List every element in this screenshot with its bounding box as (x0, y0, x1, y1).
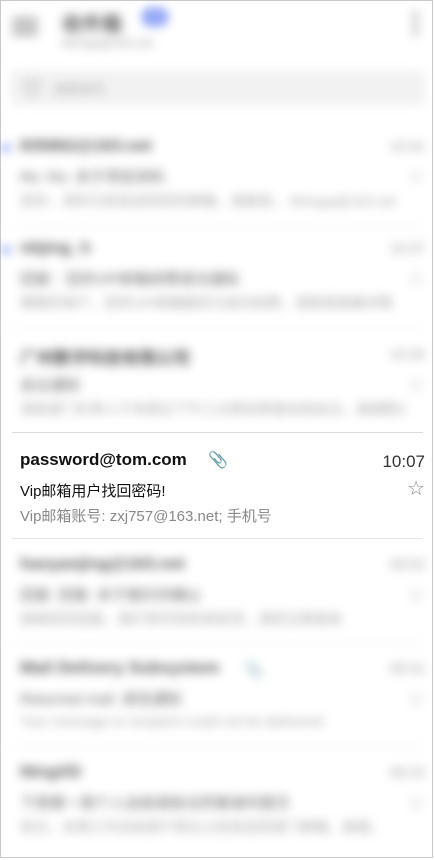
email-sender: 835862@163.net (20, 136, 152, 155)
app-header: 收件箱 46 tfxhsga@163.net (0, 0, 435, 64)
email-subject: 回复: 回复: 关于报价的确认 (20, 587, 202, 604)
email-list-item[interactable]: haoyanjing@163.net 09:52 回复: 回复: 关于报价的确认… (0, 546, 435, 646)
divider (12, 746, 423, 747)
email-time: 09:15 (389, 764, 425, 780)
search-placeholder: 搜索邮件 (54, 82, 107, 97)
account-address: tfxhsga@163.net (62, 36, 153, 50)
email-subject: Returned mail: 退信通知 (20, 691, 182, 708)
email-sender: password@tom.com (20, 450, 187, 469)
divider (12, 432, 423, 433)
star-icon[interactable]: ☆ (407, 476, 425, 501)
email-list-item-focused[interactable]: password@tom.com 📎 10:07 Vip邮箱用户找回密码! ☆ … (0, 440, 435, 540)
unread-count-badge: 46 (142, 8, 168, 26)
inbox-title: 收件箱 (62, 14, 122, 36)
unread-indicator (2, 144, 10, 152)
email-time: 10:26 (389, 346, 425, 362)
divider (12, 328, 423, 329)
star-icon[interactable]: ☆ (407, 790, 425, 815)
preview-fade (260, 500, 420, 526)
divider (12, 226, 423, 227)
email-time: 10:07 (382, 452, 425, 471)
divider (12, 642, 423, 643)
email-subject: 回复：您的VIP邮箱续费成功通知 (20, 271, 240, 288)
email-subject: Re: Re: 关于项目资料 (20, 169, 166, 186)
attachment-icon: 📎 (208, 452, 228, 469)
email-list-item[interactable]: 835862@163.net 10:41 Re: Re: 关于项目资料 ☆ 您好… (0, 128, 435, 228)
email-list-item[interactable]: 广州数字科技有限公司 10:26 会议通知 ☆ 请各部门负责人于本周五下午三点参… (0, 336, 435, 436)
email-subject: 会议通知 (20, 377, 81, 394)
divider (12, 538, 423, 539)
email-sender: NingXD (20, 762, 82, 781)
email-sender: haoyanjing@163.net (20, 554, 185, 573)
star-icon[interactable]: ☆ (407, 582, 425, 607)
email-subject: 下周第一周个人总结请各位同事准时提交 (20, 795, 291, 812)
email-preview: 尊敬的用户，您的VIP邮箱服务已成功续费，请登录查看详情 (20, 295, 393, 311)
email-list-item[interactable]: nbjing_h 10:37 回复：您的VIP邮箱续费成功通知 ☆ 尊敬的用户，… (0, 230, 435, 330)
star-icon[interactable]: ☆ (407, 372, 425, 397)
email-sender: nbjing_h (20, 238, 91, 257)
email-preview: Your message to recipient could not be d… (20, 713, 327, 729)
email-sender: Mail Delivery Subsystem (20, 658, 220, 677)
email-preview: 您好，资料已经发送到您的邮箱，请查收。 tfxhsga@163.net (20, 193, 396, 209)
email-time: 10:37 (389, 240, 425, 256)
star-icon[interactable]: ☆ (407, 686, 425, 711)
email-preview: 谢谢您的回复，我们将尽快安排发货，请您注意查收 (20, 611, 342, 627)
email-sender: 广州数字科技有限公司 (20, 349, 190, 368)
email-preview: 各位，本周工作总结请于周五之前发送至部门邮箱，谢谢。 (20, 819, 384, 835)
star-icon[interactable]: ☆ (407, 164, 425, 189)
email-time: 10:41 (389, 138, 425, 154)
search-bar[interactable]: 搜索邮件 (10, 70, 425, 106)
search-icon (24, 79, 40, 95)
email-list-item[interactable]: Mail Delivery Subsystem 📎 09:31 Returned… (0, 650, 435, 750)
star-icon[interactable]: ☆ (407, 266, 425, 291)
email-list-item[interactable]: NingXD 09:15 下周第一周个人总结请各位同事准时提交 ☆ 各位，本周工… (0, 754, 435, 854)
email-preview: 请各部门负责人于本周五下午三点参加季度总结会议，谢谢配合 (20, 401, 405, 417)
more-options-icon[interactable] (413, 12, 419, 38)
attachment-icon: 📎 (244, 662, 264, 679)
email-time: 09:52 (389, 556, 425, 572)
menu-icon[interactable] (12, 14, 38, 36)
email-subject: Vip邮箱用户找回密码! (20, 483, 166, 500)
unread-indicator (2, 246, 10, 254)
email-time: 09:31 (389, 660, 425, 676)
